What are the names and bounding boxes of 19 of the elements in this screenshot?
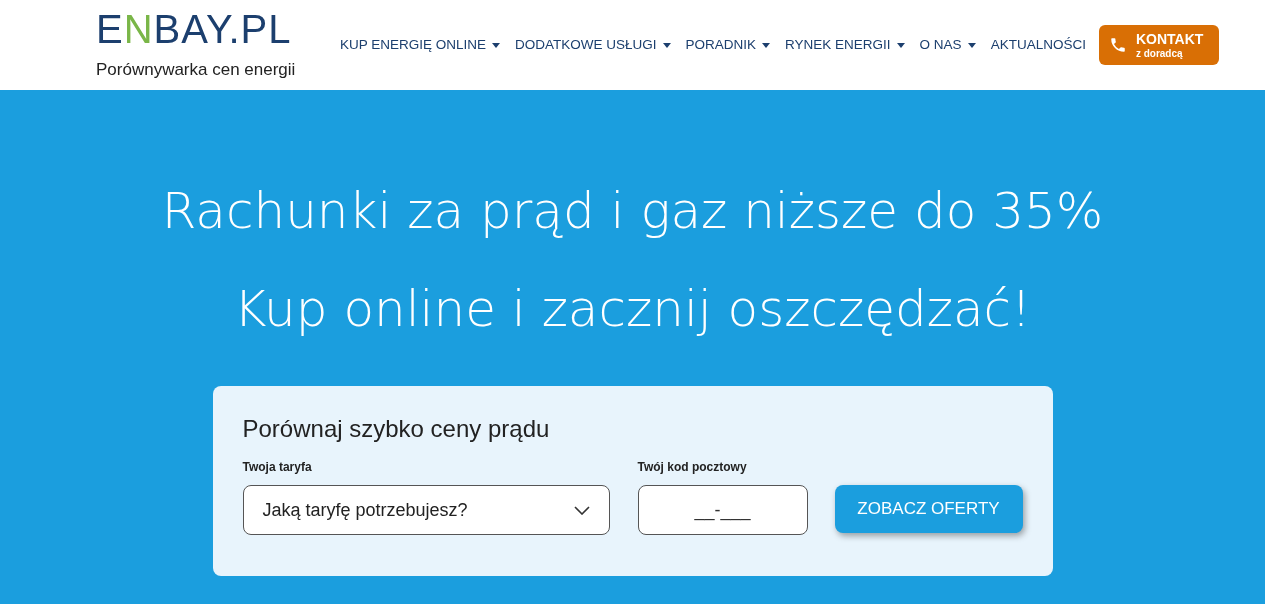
chevron-down-icon [573, 505, 590, 515]
tariff-select[interactable]: Jaką taryfę potrzebujesz? [242, 485, 610, 535]
nav-link[interactable]: DODATKOWE USŁUGI [515, 34, 671, 56]
nav-link[interactable]: PORADNIK [685, 34, 771, 56]
field-label: Twoja taryfa [242, 459, 313, 476]
postal-code-field[interactable]: __-___ [637, 485, 808, 535]
contact-label: KONTAKT [1135, 31, 1204, 46]
field-label: Twój kod pocztowy [637, 459, 748, 476]
phone-icon [1108, 36, 1127, 54]
tagline: Porównywarka cen energii [96, 59, 297, 82]
form-title: Porównaj szybko ceny prądu [242, 414, 551, 444]
contact-sublabel: z doradcą [1135, 48, 1183, 59]
nav-link[interactable]: O NAS [919, 34, 976, 56]
logo[interactable]: ENBAY.PL [96, 7, 326, 52]
nav-link[interactable]: RYNEK ENERGII [785, 34, 905, 56]
hero-headline: Kup online i zacznij oszczędzać! [233, 279, 1032, 340]
nav-link[interactable]: AKTUALNOŚCI [990, 34, 1086, 56]
nav-link[interactable]: KUP ENERGIĘ ONLINE [340, 34, 501, 56]
hero-headline: Rachunki za prąd i gaz niższe do 35% [161, 181, 1104, 242]
